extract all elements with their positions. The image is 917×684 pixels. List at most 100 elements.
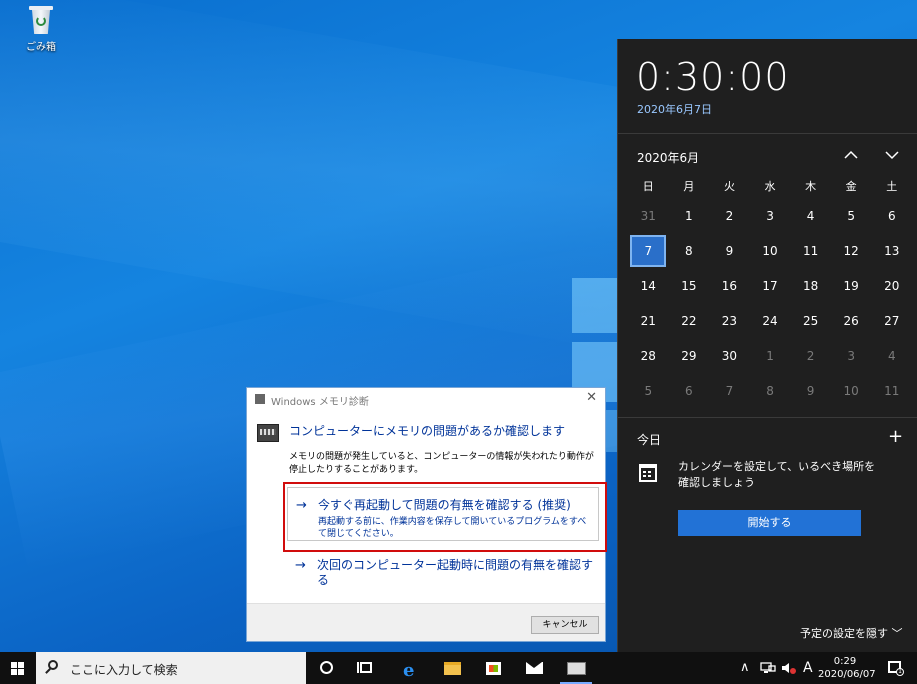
- calendar-day[interactable]: 24: [750, 304, 791, 339]
- store-button[interactable]: [473, 652, 513, 684]
- calendar-day[interactable]: 19: [831, 269, 872, 304]
- calendar-day-number: 8: [685, 244, 693, 258]
- calendar-day-number: 12: [843, 244, 859, 258]
- calendar-day[interactable]: 29: [669, 339, 710, 374]
- restart-now-option[interactable]: → 今すぐ再起動して問題の有無を確認する (推奨) 再起動する前に、作業内容を保…: [287, 487, 599, 541]
- search-icon: [48, 660, 58, 670]
- volume-muted-icon[interactable]: [781, 661, 797, 684]
- calendar-day[interactable]: 9: [790, 374, 831, 409]
- recycle-bin[interactable]: ごみ箱: [18, 4, 64, 53]
- calendar-day[interactable]: 16: [709, 269, 750, 304]
- calendar-day[interactable]: 17: [750, 269, 791, 304]
- memory-chip-icon: [567, 662, 586, 675]
- calendar-day[interactable]: 21: [628, 304, 669, 339]
- calendar-day[interactable]: 25: [790, 304, 831, 339]
- file-explorer-button[interactable]: [432, 652, 472, 684]
- action-center-button[interactable]: 1: [880, 652, 912, 684]
- calendar-day[interactable]: 8: [669, 234, 710, 269]
- calendar-day[interactable]: 13: [871, 234, 912, 269]
- weekday-label: 月: [683, 180, 695, 193]
- taskbar-search-box[interactable]: ここに入力して検索: [36, 652, 306, 684]
- calendar-day-number: 8: [766, 384, 774, 398]
- month-title[interactable]: 2020年6月: [637, 149, 699, 166]
- calendar-day[interactable]: 5: [831, 199, 872, 234]
- calendar-day[interactable]: 31: [628, 199, 669, 234]
- mail-icon: [526, 662, 543, 674]
- start-button[interactable]: [0, 652, 36, 684]
- calendar-day[interactable]: 3: [750, 199, 791, 234]
- calendar-day[interactable]: 18: [790, 269, 831, 304]
- prev-month-button[interactable]: [840, 145, 862, 165]
- calendar-day[interactable]: 27: [871, 304, 912, 339]
- edge-icon: e: [403, 660, 415, 681]
- calendar-day[interactable]: 28: [628, 339, 669, 374]
- cortana-button[interactable]: [306, 652, 346, 684]
- calendar-day-number: 17: [762, 279, 778, 293]
- check-next-boot-option[interactable]: → 次回のコンピューター起動時に問題の有無を確認する: [287, 558, 599, 594]
- calendar-day-number: 31: [640, 209, 656, 223]
- calendar-day[interactable]: 3: [831, 339, 872, 374]
- calendar-day[interactable]: 5: [628, 374, 669, 409]
- calendar-day-number: 6: [685, 384, 693, 398]
- calendar-day-number: 23: [721, 314, 738, 328]
- calendar-day[interactable]: 30: [709, 339, 750, 374]
- calendar-day[interactable]: 22: [669, 304, 710, 339]
- calendar-day-today[interactable]: 7: [628, 234, 669, 269]
- calendar-day-number: 15: [681, 279, 697, 293]
- hide-schedule-link[interactable]: 予定の設定を隠す ﹀: [800, 625, 903, 641]
- calendar-day[interactable]: 23: [709, 304, 750, 339]
- calendar-day-number: 7: [725, 384, 734, 398]
- calendar-day[interactable]: 6: [669, 374, 710, 409]
- calendar-day[interactable]: 4: [790, 199, 831, 234]
- calendar-day[interactable]: 7: [709, 374, 750, 409]
- memory-diagnostic-taskbar-button[interactable]: [556, 652, 596, 684]
- calendar-day[interactable]: 20: [871, 269, 912, 304]
- calendar-day[interactable]: 1: [750, 339, 791, 374]
- calendar-day-number: 3: [847, 349, 855, 363]
- cancel-button[interactable]: キャンセル: [531, 616, 599, 634]
- calendar-day[interactable]: 10: [750, 234, 791, 269]
- next-month-button[interactable]: [881, 145, 903, 165]
- calendar-day-number: 19: [843, 279, 859, 293]
- calendar-day[interactable]: 11: [790, 234, 831, 269]
- calendar-day-number: 28: [640, 349, 656, 363]
- divider: [618, 133, 917, 134]
- show-hidden-icons-button[interactable]: ∧: [740, 660, 750, 684]
- calendar-day[interactable]: 14: [628, 269, 669, 304]
- calendar-day[interactable]: 12: [831, 234, 872, 269]
- network-icon[interactable]: [760, 661, 776, 684]
- calendar-day[interactable]: 1: [669, 199, 710, 234]
- calendar-day-number: 25: [802, 314, 819, 328]
- calendar-day-number: 4: [806, 209, 815, 223]
- edge-button[interactable]: e: [391, 652, 431, 684]
- flyout-date-link[interactable]: 2020年6月7日: [637, 101, 712, 117]
- calendar-day[interactable]: 4: [871, 339, 912, 374]
- option-subtext: 再起動する前に、作業内容を保存して開いているプログラムをすべて閉じてください。: [318, 517, 587, 539]
- calendar-day[interactable]: 11: [871, 374, 912, 409]
- calendar-day-number: 26: [843, 314, 859, 328]
- add-event-button[interactable]: +: [888, 428, 903, 446]
- calendar-day[interactable]: 26: [831, 304, 872, 339]
- calendar-day[interactable]: 15: [669, 269, 710, 304]
- close-button[interactable]: ✕: [586, 390, 597, 405]
- calendar-day-number: 3: [766, 209, 774, 223]
- calendar-day[interactable]: 10: [831, 374, 872, 409]
- weekday-label: 土: [886, 180, 898, 193]
- calendar-day[interactable]: 2: [790, 339, 831, 374]
- start-calendar-button[interactable]: 開始する: [678, 510, 861, 536]
- calendar-day-number: 14: [640, 279, 656, 293]
- calendar-day-number: 10: [843, 384, 859, 398]
- ime-mode-indicator[interactable]: A: [803, 660, 813, 684]
- task-view-button[interactable]: [346, 652, 386, 684]
- calendar-day[interactable]: 8: [750, 374, 791, 409]
- chevron-up-icon: [844, 150, 858, 159]
- taskbar-clock[interactable]: 0:29 2020/06/07: [818, 655, 876, 681]
- calendar-day-number: 2: [725, 209, 734, 223]
- calendar-icon: [639, 464, 657, 482]
- calendar-day[interactable]: 2: [709, 199, 750, 234]
- calendar-day[interactable]: 9: [709, 234, 750, 269]
- store-icon: [486, 662, 501, 675]
- mail-button[interactable]: [514, 652, 554, 684]
- calendar-day[interactable]: 6: [871, 199, 912, 234]
- search-placeholder: ここに入力して検索: [70, 663, 178, 677]
